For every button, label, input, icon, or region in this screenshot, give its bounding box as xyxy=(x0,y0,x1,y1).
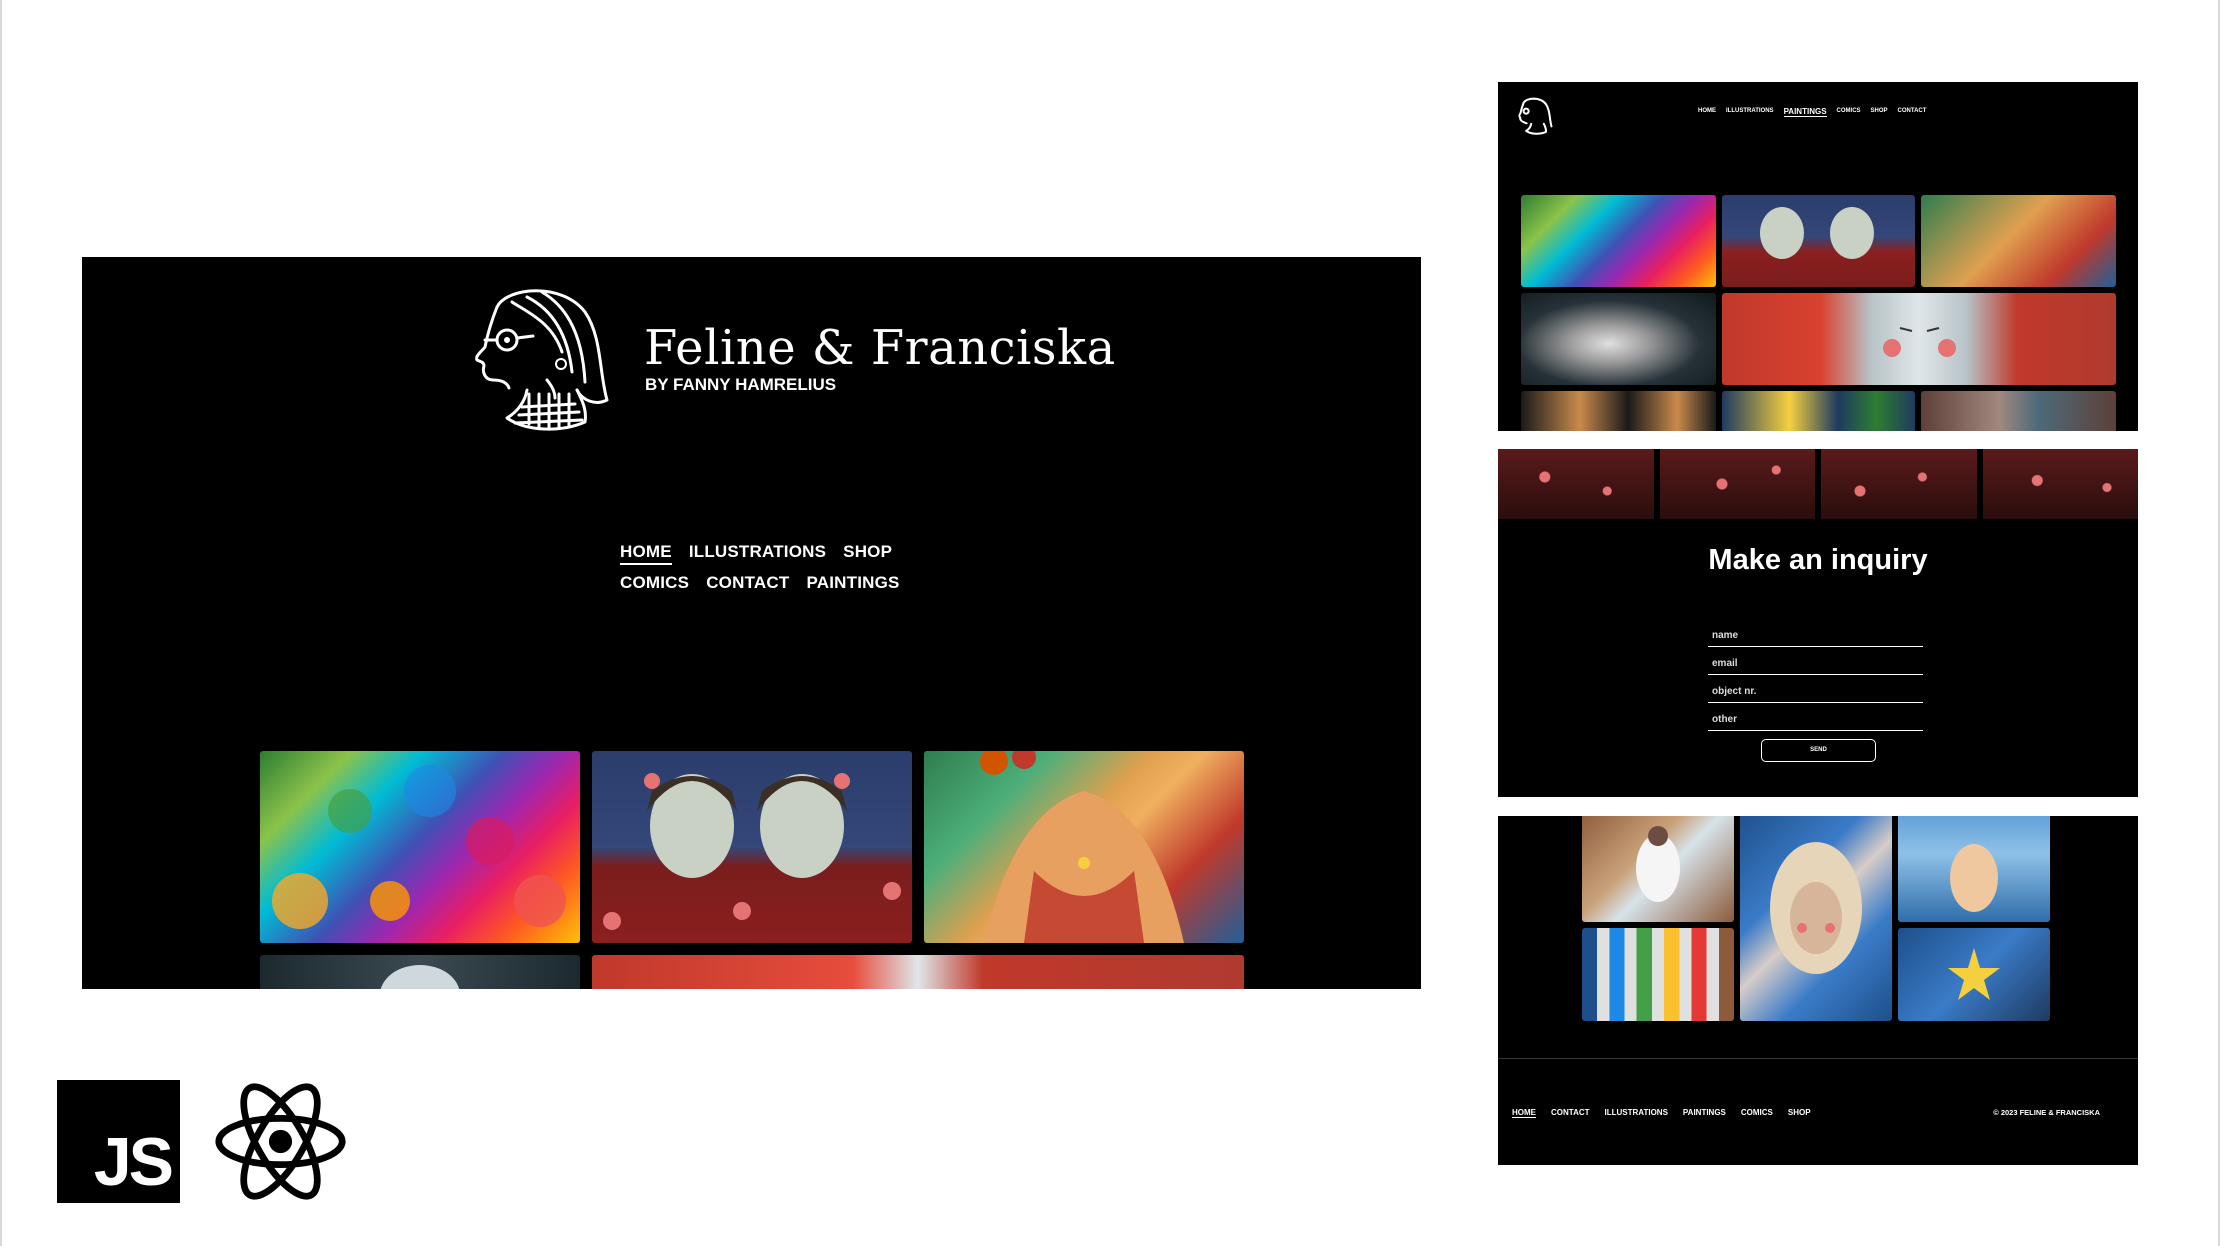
js-label: JS xyxy=(93,1124,174,1200)
floral-banner-piece xyxy=(1498,449,1654,519)
shop-image-blonde-portrait[interactable] xyxy=(1740,816,1892,1021)
footer-home[interactable]: HOME xyxy=(1512,1108,1536,1118)
gallery-image-twins[interactable] xyxy=(1722,195,1915,287)
gallery-image-moon[interactable] xyxy=(1722,391,1915,431)
gallery-image-red-face[interactable] xyxy=(1722,293,2116,385)
floral-banner-piece xyxy=(1659,449,1815,519)
site-subtitle: BY FANNY HAMRELIUS xyxy=(645,375,837,394)
shop-image-paint-tubes[interactable] xyxy=(1582,928,1734,1021)
nav-home[interactable]: HOME xyxy=(620,542,672,565)
nav-paintings[interactable]: PAINTINGS xyxy=(806,573,899,593)
footer-paintings[interactable]: PAINTINGS xyxy=(1683,1108,1726,1118)
floral-banner-piece xyxy=(1982,449,2138,519)
gallery-image-embrace[interactable] xyxy=(260,955,580,989)
react-atom-icon xyxy=(215,1083,346,1200)
inquiry-page-screenshot: Make an inquiry name email object nr. ot… xyxy=(1498,449,2138,797)
gallery-image-woman-portrait[interactable] xyxy=(924,751,1244,943)
nav-contact[interactable]: CONTACT xyxy=(1898,108,1927,117)
nav-home[interactable]: HOME xyxy=(1698,108,1716,117)
floral-banner xyxy=(1498,449,2138,519)
email-field[interactable]: email xyxy=(1708,647,1923,675)
nav-paintings[interactable]: PAINTINGS xyxy=(1783,107,1827,117)
footer-nav: HOME CONTACT ILLUSTRATIONS PAINTINGS COM… xyxy=(1512,1108,1811,1118)
gallery-image-woman-portrait[interactable] xyxy=(1921,195,2116,287)
gallery-image-rainbow-flowers[interactable] xyxy=(260,751,580,943)
main-nav: HOME ILLUSTRATIONS SHOP COMICS CONTACT P… xyxy=(620,542,910,601)
object-number-field[interactable]: object nr. xyxy=(1708,675,1923,703)
paintings-page-screenshot: HOME ILLUSTRATIONS PAINTINGS COMICS SHOP… xyxy=(1498,82,2138,431)
gallery-image-eye[interactable] xyxy=(1921,391,2116,431)
footer-comics[interactable]: COMICS xyxy=(1741,1108,1773,1118)
nav-contact[interactable]: CONTACT xyxy=(706,573,789,593)
paintings-nav: HOME ILLUSTRATIONS PAINTINGS COMICS SHOP… xyxy=(1698,107,1927,117)
gallery-image-rainbow-flowers[interactable] xyxy=(1521,195,1716,287)
shop-gallery xyxy=(1582,816,2052,1021)
shop-image-back[interactable] xyxy=(1898,816,2050,922)
shop-footer-screenshot: HOME CONTACT ILLUSTRATIONS PAINTINGS COM… xyxy=(1498,816,2138,1165)
javascript-logo-icon: JS xyxy=(57,1080,180,1203)
main-nav-row-2: COMICS CONTACT PAINTINGS xyxy=(620,573,910,593)
shop-image-woman-sitting[interactable] xyxy=(1582,816,1734,922)
send-button[interactable]: SEND xyxy=(1761,739,1876,762)
artist-portrait-logo[interactable] xyxy=(467,282,617,444)
gallery-image-embrace[interactable] xyxy=(1521,293,1716,385)
other-field[interactable]: other xyxy=(1708,703,1923,731)
site-title: Feline & Franciska xyxy=(644,320,1116,376)
shop-image-star-hands[interactable] xyxy=(1898,928,2050,1021)
main-nav-row-1: HOME ILLUSTRATIONS SHOP xyxy=(620,542,910,565)
artist-portrait-logo-small[interactable] xyxy=(1516,96,1554,138)
nav-illustrations[interactable]: ILLUSTRATIONS xyxy=(1726,108,1774,117)
name-field[interactable]: name xyxy=(1708,619,1923,647)
home-gallery xyxy=(260,751,1245,989)
inquiry-form: name email object nr. other xyxy=(1708,619,1923,731)
gallery-image-hands[interactable] xyxy=(1521,391,1716,431)
nav-shop[interactable]: SHOP xyxy=(843,542,892,565)
nav-comics[interactable]: COMICS xyxy=(620,573,689,593)
footer-illustrations[interactable]: ILLUSTRATIONS xyxy=(1605,1108,1668,1118)
paintings-gallery xyxy=(1521,195,2116,431)
inquiry-title: Make an inquiry xyxy=(1708,544,1928,576)
nav-shop[interactable]: SHOP xyxy=(1871,108,1888,117)
home-page-screenshot: Feline & Franciska BY FANNY HAMRELIUS HO… xyxy=(82,257,1421,989)
floral-banner-piece xyxy=(1821,449,1977,519)
gallery-image-red-face[interactable] xyxy=(592,955,1244,989)
copyright-text: © 2023 FELINE & FRANCISKA xyxy=(1993,1108,2100,1117)
gallery-image-twins[interactable] xyxy=(592,751,912,943)
nav-illustrations[interactable]: ILLUSTRATIONS xyxy=(689,542,826,565)
footer-shop[interactable]: SHOP xyxy=(1788,1108,1811,1118)
nav-comics[interactable]: COMICS xyxy=(1837,108,1861,117)
footer-contact[interactable]: CONTACT xyxy=(1551,1108,1590,1118)
footer-divider xyxy=(1498,1058,2138,1059)
